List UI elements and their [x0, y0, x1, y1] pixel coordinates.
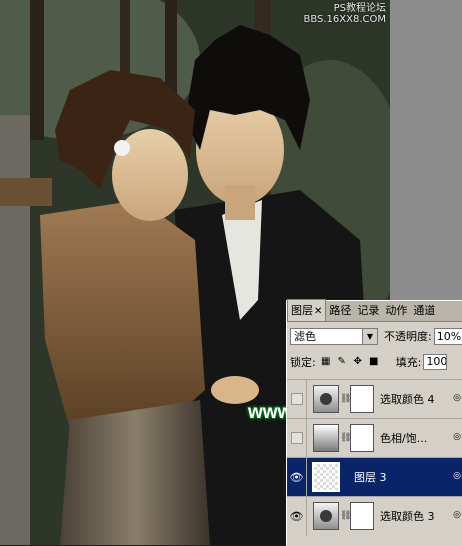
workspace-background — [390, 0, 462, 300]
watermark-line-1: PS教程论坛 — [333, 3, 386, 14]
visibility-off-icon — [290, 393, 303, 405]
adjustment-thumbnail-icon — [313, 502, 339, 530]
forum-watermark: PS教程论坛 BBS.16XX8.COM — [303, 3, 386, 25]
layer-row[interactable]: ⛓ 选取颜色 4 ◎ — [287, 379, 462, 419]
layer-name: 选取颜色 3 — [380, 510, 435, 523]
layer-mask-thumbnail[interactable] — [350, 502, 374, 530]
fill-input[interactable]: 100% — [423, 354, 448, 370]
link-icon[interactable]: ⛓ — [340, 511, 351, 521]
opacity-label: 不透明度: — [384, 330, 432, 343]
layer-mask-thumbnail[interactable] — [350, 424, 374, 452]
layer-options-icon[interactable]: ◎ — [453, 432, 461, 442]
layer-options-icon[interactable]: ◎ — [453, 510, 461, 520]
tab-paths[interactable]: 路径 — [326, 300, 354, 321]
blend-mode-select[interactable]: 滤色 ▼ — [290, 327, 378, 345]
tab-history-label: 记录 — [357, 304, 380, 317]
layers-panel: 图层✕ 路径 记录 动作 通道 滤色 ▼ 不透明度: 10% 锁定: ▦ ✎ ✥… — [286, 299, 462, 546]
visibility-toggle[interactable] — [287, 418, 307, 458]
blend-mode-value: 滤色 — [294, 329, 316, 343]
fill-label: 填充: — [395, 356, 422, 369]
eye-icon: 👁 — [289, 509, 304, 523]
layer-mask-thumbnail[interactable] — [350, 385, 374, 413]
layer-name: 选取颜色 4 — [380, 393, 435, 406]
tab-history[interactable]: 记录 — [354, 300, 382, 321]
tab-channels-label: 通道 — [413, 304, 436, 317]
visibility-toggle[interactable]: 👁 — [287, 496, 307, 536]
tab-channels[interactable]: 通道 — [410, 300, 438, 321]
link-icon[interactable]: ⛓ — [340, 433, 351, 443]
tab-layers[interactable]: 图层✕ — [287, 299, 327, 321]
link-icon[interactable]: ⛓ — [340, 394, 351, 404]
layer-name: 图层 3 — [354, 471, 387, 484]
layer-row[interactable]: 👁 ⛓ 选取颜色 3 ◎ — [287, 496, 462, 536]
opacity-input[interactable]: 10% — [433, 327, 462, 345]
panel-tabs: 图层✕ 路径 记录 动作 通道 — [287, 299, 462, 322]
lock-row: 锁定: ▦ ✎ ✥ ■ 填充: 100% — [290, 353, 448, 371]
layer-row-selected[interactable]: 👁 图层 3 ◎ — [287, 457, 462, 497]
adjustment-thumbnail-icon — [313, 385, 339, 413]
tab-layers-label: 图层 — [291, 304, 313, 317]
layer-options-icon[interactable]: ◎ — [453, 471, 461, 481]
layers-list: ⛓ 选取颜色 4 ◎ ⛓ 色相/饱... ◎ 👁 图层 3 ◎ 👁 ⛓ 选取颜色… — [287, 379, 462, 536]
watermark-line-2: BBS.16XX8.COM — [303, 14, 386, 25]
pixel-layer-thumbnail — [312, 462, 340, 492]
visibility-toggle[interactable] — [287, 379, 307, 419]
layer-row[interactable]: ⛓ 色相/饱... ◎ — [287, 418, 462, 458]
tab-actions-label: 动作 — [385, 304, 408, 317]
chevron-down-icon[interactable]: ▼ — [362, 328, 377, 344]
hue-saturation-thumbnail-icon — [313, 424, 339, 452]
layer-name: 色相/饱... — [380, 432, 428, 445]
lock-transparency-icon[interactable]: ▦ — [320, 356, 332, 368]
tab-actions[interactable]: 动作 — [382, 300, 410, 321]
visibility-off-icon — [290, 432, 303, 444]
lock-label: 锁定: — [290, 356, 316, 369]
eye-icon: 👁 — [289, 470, 304, 484]
blend-row: 滤色 ▼ 不透明度: 10% — [290, 326, 462, 346]
tab-paths-label: 路径 — [329, 304, 352, 317]
close-icon[interactable]: ✕ — [314, 306, 322, 317]
lock-brush-icon[interactable]: ✎ — [336, 356, 348, 368]
layer-options-icon[interactable]: ◎ — [453, 393, 461, 403]
lock-move-icon[interactable]: ✥ — [352, 356, 364, 368]
visibility-toggle[interactable]: 👁 — [287, 457, 307, 497]
lock-all-icon[interactable]: ■ — [368, 356, 380, 368]
